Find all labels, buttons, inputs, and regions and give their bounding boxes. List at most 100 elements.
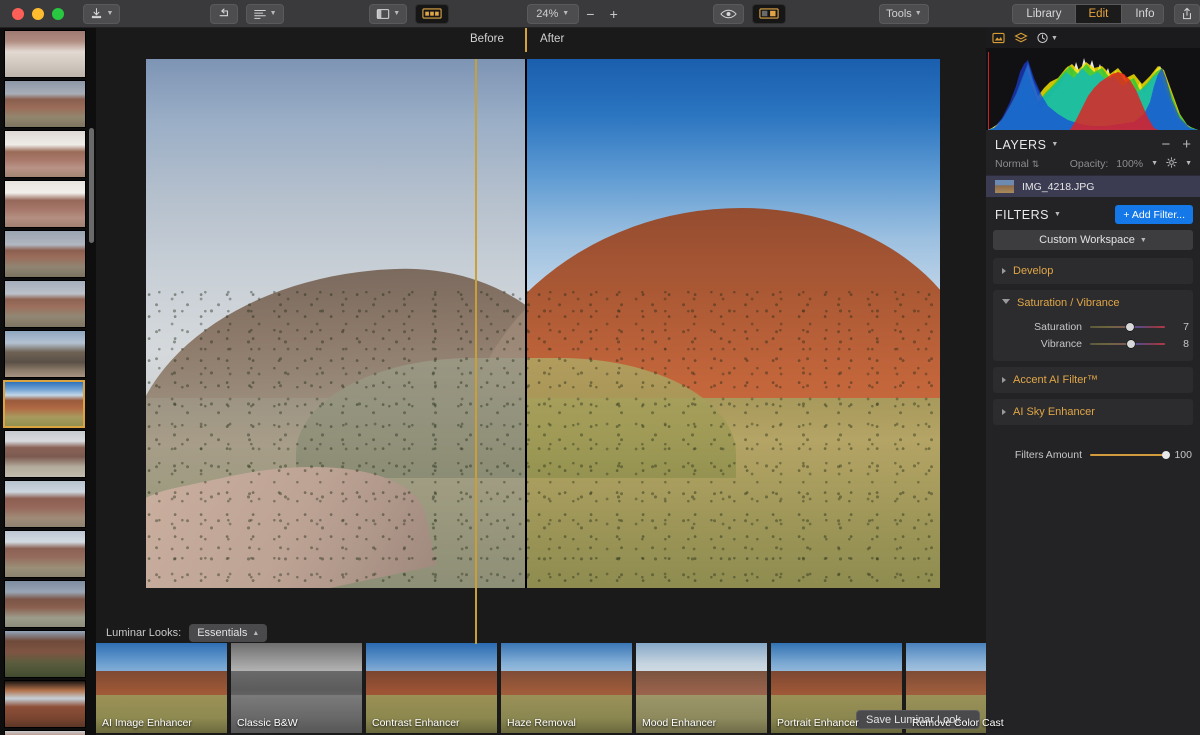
- tools-label: Tools: [886, 7, 912, 20]
- filter-group-header[interactable]: Accent AI Filter™: [993, 367, 1193, 393]
- filmstrip-thumbnail[interactable]: [4, 130, 86, 178]
- look-item-label: Classic B&W: [237, 717, 298, 729]
- slider-row-saturation[interactable]: Saturation 7: [993, 318, 1193, 335]
- look-item[interactable]: Mood Enhancer: [636, 643, 767, 733]
- filter-group-develop[interactable]: Develop: [993, 258, 1193, 284]
- filmstrip-thumbnail[interactable]: [4, 480, 86, 528]
- vegetation-texture: [527, 288, 940, 588]
- zoom-level-value: 24%: [536, 7, 559, 20]
- compare-split-button[interactable]: [751, 3, 786, 24]
- add-filter-button[interactable]: + Add Filter...: [1115, 205, 1193, 224]
- histogram-image-icon[interactable]: [992, 32, 1005, 44]
- chevron-down-icon: ▼: [269, 10, 277, 17]
- filters-title-group[interactable]: FILTERS ▼: [995, 208, 1061, 222]
- slider-knob[interactable]: [1126, 339, 1135, 348]
- workspace-value: Custom Workspace: [1039, 234, 1135, 246]
- opacity-value[interactable]: 100%: [1116, 158, 1143, 170]
- filter-group-ai-sky-enhancer[interactable]: AI Sky Enhancer: [993, 399, 1193, 425]
- histogram-curve: [988, 58, 1198, 130]
- slider-label: Vibrance: [1040, 337, 1083, 350]
- filters-amount-knob[interactable]: [1162, 451, 1170, 459]
- filter-group-label: AI Sky Enhancer: [1013, 406, 1095, 418]
- zoom-out-button[interactable]: −: [579, 4, 602, 24]
- filter-group-saturation-vibrance[interactable]: Saturation / Vibrance Saturation 7 Vibra…: [993, 290, 1193, 361]
- top-toolbar: ▼ ▼ ▼ 24% ▼ − + Tools ▼ Library Edit Inf…: [0, 0, 1200, 28]
- filmstrip-thumbnail[interactable]: [4, 230, 86, 278]
- share-icon: [1183, 7, 1191, 20]
- filmstrip-thumbnail[interactable]: [4, 630, 86, 678]
- look-item-label: Haze Removal: [507, 717, 576, 729]
- layer-row[interactable]: IMG_4218.JPG: [986, 175, 1200, 197]
- filmstrip-thumbnail[interactable]: [4, 80, 86, 128]
- filmstrip-thumbnail[interactable]: [4, 30, 86, 78]
- photo-compare-view[interactable]: [146, 59, 940, 588]
- filmstrip-thumbnail[interactable]: [4, 680, 86, 728]
- filmstrip-panel[interactable]: [0, 28, 96, 735]
- window-traffic-lights: [0, 7, 64, 20]
- filmstrip-toggle-button[interactable]: [414, 3, 449, 24]
- filmstrip-thumbnail[interactable]: [4, 330, 86, 378]
- blend-mode-value: Normal: [995, 157, 1029, 170]
- looks-category-selector[interactable]: Essentials ▲: [189, 624, 268, 642]
- export-button[interactable]: ▼: [83, 3, 121, 24]
- filter-group-header[interactable]: Saturation / Vibrance: [993, 290, 1193, 316]
- chevron-down-icon: ▼: [1053, 211, 1062, 218]
- chevron-down-icon: ▼: [393, 10, 401, 17]
- undo-arrow-icon: [219, 7, 228, 16]
- tools-menu-button[interactable]: Tools ▼: [879, 3, 929, 24]
- filmstrip-scrollbar[interactable]: [89, 128, 94, 243]
- filter-group-header[interactable]: AI Sky Enhancer: [993, 399, 1193, 425]
- filmstrip-thumbnail[interactable]: [4, 430, 86, 478]
- workspace-selector[interactable]: Custom Workspace ▼: [993, 230, 1193, 250]
- mode-tab-edit[interactable]: Edit: [1075, 4, 1123, 23]
- histogram-toolbar: ▼: [986, 28, 1200, 48]
- before-after-split-line[interactable]: [475, 59, 477, 644]
- mode-tab-library[interactable]: Library: [1013, 4, 1076, 23]
- disclosure-triangle-icon: [1002, 377, 1006, 383]
- layer-name: IMG_4218.JPG: [1022, 180, 1095, 193]
- split-handle[interactable]: [525, 28, 527, 52]
- filmstrip-thumbnail[interactable]: [4, 180, 86, 228]
- preview-toggle-button[interactable]: [712, 3, 744, 24]
- zoom-level-selector[interactable]: 24% ▼: [526, 3, 579, 24]
- maximize-window-button[interactable]: [52, 7, 64, 20]
- undo-button[interactable]: [209, 3, 238, 24]
- photo-before-image: [146, 59, 525, 588]
- look-item[interactable]: Haze Removal: [501, 643, 632, 733]
- filter-group-header[interactable]: Develop: [993, 258, 1193, 284]
- slider-row-vibrance[interactable]: Vibrance 8: [993, 335, 1193, 352]
- mode-segmented-control[interactable]: Library Edit Info: [1012, 3, 1165, 24]
- histogram-clock-icon[interactable]: ▼: [1037, 32, 1058, 44]
- filmstrip-thumbnail[interactable]: [4, 280, 86, 328]
- minimize-window-button[interactable]: [32, 7, 44, 20]
- looks-category-value: Essentials: [197, 627, 248, 639]
- histogram-layers-icon[interactable]: [1014, 32, 1028, 44]
- look-item[interactable]: Classic B&W: [231, 643, 362, 733]
- share-button[interactable]: [1174, 3, 1200, 24]
- filter-group-body: Saturation 7 Vibrance 8: [993, 316, 1193, 361]
- layers-title-group[interactable]: LAYERS ▼: [995, 138, 1059, 152]
- remove-layer-button[interactable]: −: [1161, 136, 1170, 153]
- look-item[interactable]: AI Image Enhancer: [96, 643, 227, 733]
- right-panel: ▼ LAYERS ▼ − + Normal ⇅ Opacity: 100% ▼ …: [986, 28, 1200, 735]
- slider-track[interactable]: [1090, 322, 1166, 331]
- filmstrip-thumbnail[interactable]: [4, 730, 86, 735]
- sort-list-button[interactable]: ▼: [245, 3, 284, 24]
- filter-group-accent-ai[interactable]: Accent AI Filter™: [993, 367, 1193, 393]
- filmstrip-thumbnail-selected[interactable]: [3, 380, 85, 428]
- look-item[interactable]: Contrast Enhancer: [366, 643, 497, 733]
- filmstrip-thumbnail[interactable]: [4, 530, 86, 578]
- side-panel-toggle-button[interactable]: ▼: [369, 3, 408, 24]
- close-window-button[interactable]: [12, 7, 24, 20]
- mode-tab-info[interactable]: Info: [1122, 4, 1164, 23]
- add-layer-button[interactable]: +: [1182, 136, 1191, 153]
- filters-amount-row[interactable]: Filters Amount 100: [986, 431, 1200, 461]
- blend-mode-selector[interactable]: Normal ⇅: [995, 158, 1039, 170]
- slider-track[interactable]: [1090, 339, 1166, 348]
- filmstrip-thumbnail[interactable]: [4, 580, 86, 628]
- layers-title: LAYERS: [995, 137, 1047, 152]
- gear-icon[interactable]: [1166, 157, 1177, 170]
- slider-knob[interactable]: [1126, 322, 1135, 331]
- filters-amount-track[interactable]: [1090, 451, 1170, 459]
- zoom-in-button[interactable]: +: [602, 4, 625, 24]
